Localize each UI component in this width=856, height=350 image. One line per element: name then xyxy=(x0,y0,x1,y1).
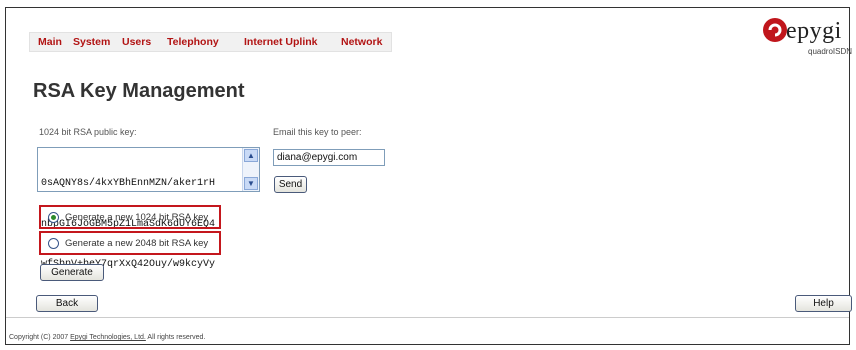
page-title: RSA Key Management xyxy=(33,80,245,102)
copyright-text: Copyright (C) 2007 Epygi Technologies, L… xyxy=(9,334,205,341)
menu-item-main[interactable]: Main xyxy=(38,36,62,48)
copyright-prefix: Copyright (C) 2007 xyxy=(9,334,71,341)
epygi-logo: epygi quadroISDN xyxy=(762,17,852,59)
help-button[interactable]: Help xyxy=(795,295,852,312)
radio-2048-bit[interactable] xyxy=(48,237,59,249)
public-key-scrollbar[interactable]: ▲ ▼ xyxy=(242,148,259,191)
option-1024-bit[interactable]: Generate a new 1024 bit RSA key xyxy=(39,205,221,229)
back-button[interactable]: Back xyxy=(36,295,98,312)
public-key-label: 1024 bit RSA public key: xyxy=(39,127,137,137)
menu-item-internet-uplink[interactable]: Internet Uplink xyxy=(244,36,318,48)
scroll-up-icon[interactable]: ▲ xyxy=(244,149,258,162)
option-2048-bit[interactable]: Generate a new 2048 bit RSA key xyxy=(39,231,221,255)
email-label: Email this key to peer: xyxy=(273,127,362,137)
option-1024-label: Generate a new 1024 bit RSA key xyxy=(65,211,209,223)
main-menu: Main System Users Telephony Internet Upl… xyxy=(29,32,392,52)
send-button[interactable]: Send xyxy=(274,176,307,193)
public-key-line: 0sAQNY8s/4kxYBhEnnMZN/aker1rH xyxy=(41,178,216,189)
scroll-down-icon[interactable]: ▼ xyxy=(244,177,258,190)
company-link[interactable]: Epygi Technologies, Ltd. xyxy=(70,334,146,341)
radio-1024-bit[interactable] xyxy=(48,211,59,223)
option-2048-label: Generate a new 2048 bit RSA key xyxy=(65,237,209,249)
logo-brand-text: epygi xyxy=(786,18,842,44)
footer-divider xyxy=(6,317,849,318)
menu-item-users[interactable]: Users xyxy=(122,36,151,48)
menu-item-system[interactable]: System xyxy=(73,36,110,48)
logo-product-text: quadroISDN xyxy=(808,47,853,56)
logo-swirl-icon xyxy=(763,18,787,42)
copyright-suffix: All rights reserved. xyxy=(145,334,206,341)
menu-item-telephony[interactable]: Telephony xyxy=(167,36,219,48)
public-key-textarea[interactable]: 0sAQNY8s/4kxYBhEnnMZN/aker1rH nbpGI6JoGB… xyxy=(37,147,260,270)
generate-button[interactable]: Generate xyxy=(40,264,104,281)
email-input[interactable] xyxy=(273,149,385,166)
menu-item-network[interactable]: Network xyxy=(341,36,382,48)
